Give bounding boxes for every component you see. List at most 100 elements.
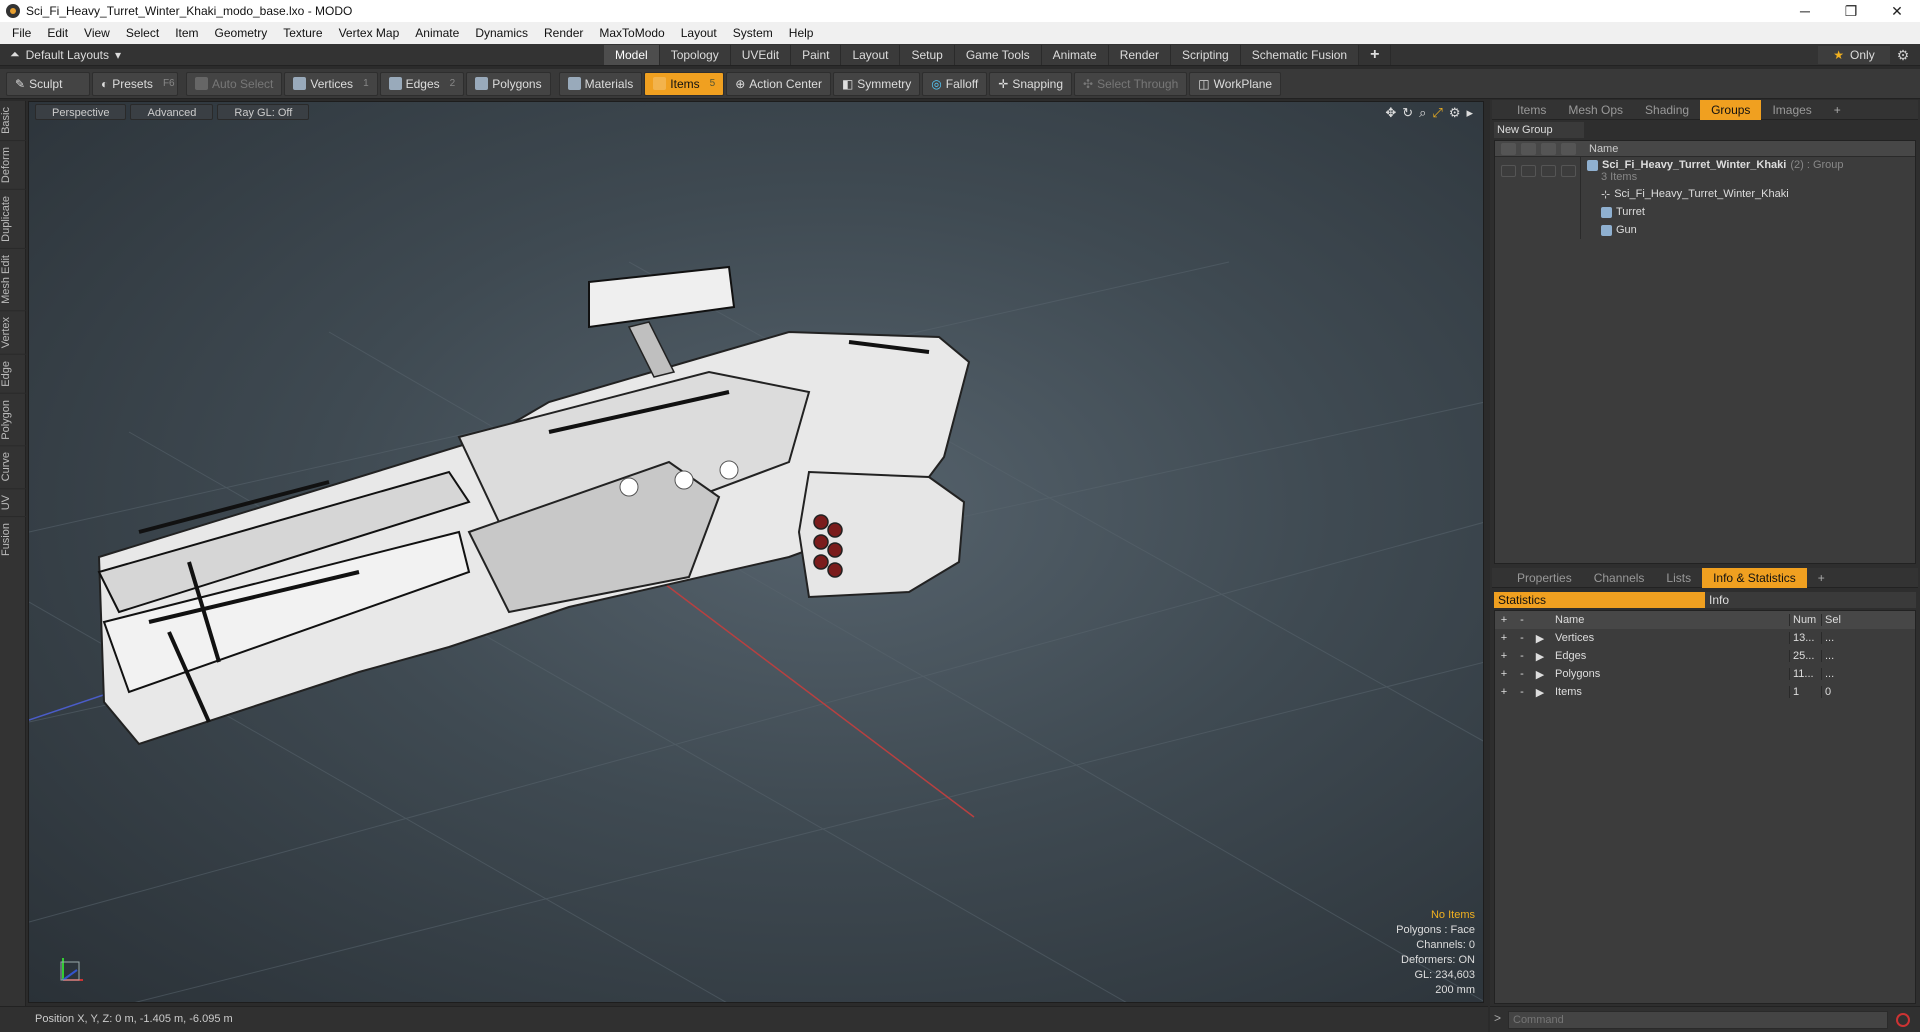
- edges-button[interactable]: Edges 2: [379, 71, 465, 96]
- menu-view[interactable]: View: [76, 22, 118, 44]
- fit-icon[interactable]: ⤢: [1432, 105, 1442, 121]
- remove-selection-button[interactable]: -: [1513, 668, 1531, 680]
- expand-arrow-icon[interactable]: ▶: [1531, 650, 1549, 663]
- render-icon[interactable]: [1541, 142, 1556, 155]
- add-selection-button[interactable]: +: [1495, 632, 1513, 644]
- maximize-icon[interactable]: ❐: [1828, 0, 1874, 22]
- snapping-button[interactable]: ✛ Snapping: [989, 71, 1073, 96]
- tab-info-statistics[interactable]: Info & Statistics: [1702, 567, 1807, 588]
- materials-button[interactable]: Materials: [558, 71, 643, 96]
- tab-groups[interactable]: Groups: [1700, 99, 1762, 120]
- tab-layout[interactable]: Layout: [841, 45, 901, 65]
- group-row[interactable]: Sci_Fi_Heavy_Turret_Winter_Khaki (2) : Gr…: [1495, 157, 1915, 185]
- left-tab-mesh-edit[interactable]: Mesh Edit: [0, 247, 26, 310]
- tab-topology[interactable]: Topology: [659, 45, 731, 65]
- add-panel-tab-button[interactable]: +: [1807, 568, 1836, 588]
- menu-animate[interactable]: Animate: [407, 22, 467, 44]
- left-tab-vertex[interactable]: Vertex: [0, 309, 26, 354]
- workplane-button[interactable]: ◫ WorkPlane: [1189, 71, 1282, 96]
- rotate-icon[interactable]: ↻: [1402, 105, 1413, 121]
- menu-dynamics[interactable]: Dynamics: [467, 22, 536, 44]
- add-panel-tab-button[interactable]: +: [1823, 100, 1852, 120]
- raygl-toggle[interactable]: Ray GL: Off: [217, 104, 310, 120]
- menu-render[interactable]: Render: [536, 22, 591, 44]
- remove-selection-button[interactable]: -: [1513, 686, 1531, 698]
- left-tab-edge[interactable]: Edge: [0, 353, 26, 393]
- tab-lists[interactable]: Lists: [1655, 568, 1702, 588]
- expand-arrow-icon[interactable]: ▶: [1531, 686, 1549, 699]
- items-button[interactable]: Items 5: [644, 71, 725, 96]
- symmetry-button[interactable]: ◧ Symmetry: [832, 71, 921, 96]
- tab-game-tools[interactable]: Game Tools: [954, 45, 1042, 65]
- left-tab-fusion[interactable]: Fusion: [0, 516, 26, 563]
- command-input[interactable]: [1508, 1011, 1888, 1029]
- record-macro-icon[interactable]: [1896, 1013, 1910, 1027]
- new-group-button[interactable]: New Group: [1494, 122, 1584, 138]
- table-row[interactable]: + - ▶ Polygons 11... ...: [1495, 665, 1915, 683]
- tab-items[interactable]: Items: [1506, 100, 1557, 120]
- presets-button[interactable]: ◐ Presets F6: [92, 71, 178, 96]
- menu-edit[interactable]: Edit: [39, 22, 76, 44]
- menu-system[interactable]: System: [725, 22, 781, 44]
- add-selection-button[interactable]: +: [1495, 668, 1513, 680]
- table-row[interactable]: + - ▶ Vertices 13... ...: [1495, 629, 1915, 647]
- left-tab-curve[interactable]: Curve: [0, 445, 26, 488]
- menu-file[interactable]: File: [4, 22, 39, 44]
- 3d-viewport[interactable]: Perspective Advanced Ray GL: Off ✥ ↻ ⌕ ⤢…: [28, 101, 1484, 1003]
- left-tab-uv[interactable]: UV: [0, 487, 26, 517]
- render-toggle[interactable]: [1541, 165, 1556, 177]
- action-center-button[interactable]: ⊕ Action Center: [726, 71, 831, 96]
- tab-setup[interactable]: Setup: [900, 45, 955, 65]
- table-row[interactable]: + - ▶ Edges 25... ...: [1495, 647, 1915, 665]
- shading-dropdown[interactable]: Advanced: [130, 104, 214, 120]
- gear-icon[interactable]: ⚙: [1894, 46, 1912, 64]
- tab-mesh-ops[interactable]: Mesh Ops: [1557, 100, 1634, 120]
- table-row[interactable]: + - ▶ Items 1 0: [1495, 683, 1915, 701]
- lock-toggle[interactable]: [1521, 165, 1536, 177]
- only-button[interactable]: ★ Only: [1818, 46, 1890, 64]
- pan-icon[interactable]: ✥: [1385, 105, 1396, 121]
- add-selection-button[interactable]: +: [1495, 650, 1513, 662]
- left-tab-duplicate[interactable]: Duplicate: [0, 188, 26, 248]
- view-type-dropdown[interactable]: Perspective: [35, 104, 127, 120]
- subtab-info[interactable]: Info: [1705, 592, 1916, 608]
- left-tab-polygon[interactable]: Polygon: [0, 392, 26, 446]
- layout-dropdown[interactable]: ⏶ Default Layouts ▾: [0, 47, 131, 62]
- polygons-button[interactable]: Polygons: [466, 71, 551, 96]
- tab-animate[interactable]: Animate: [1041, 45, 1109, 65]
- menu-help[interactable]: Help: [781, 22, 822, 44]
- list-item[interactable]: Turret: [1495, 203, 1915, 221]
- remove-selection-button[interactable]: -: [1513, 650, 1531, 662]
- lock-icon[interactable]: [1521, 142, 1536, 155]
- select-through-button[interactable]: ✣ Select Through: [1074, 71, 1188, 96]
- add-tab-button[interactable]: +: [1359, 45, 1392, 65]
- remove-selection-button[interactable]: -: [1513, 632, 1531, 644]
- left-tab-basic[interactable]: Basic: [0, 100, 26, 140]
- tab-paint[interactable]: Paint: [791, 45, 842, 65]
- tab-shading[interactable]: Shading: [1634, 100, 1700, 120]
- expand-icon[interactable]: ▸: [1466, 105, 1473, 121]
- select-toggle[interactable]: [1561, 165, 1576, 177]
- eye-icon[interactable]: [1501, 142, 1516, 155]
- menu-vertex-map[interactable]: Vertex Map: [331, 22, 408, 44]
- zoom-icon[interactable]: ⌕: [1419, 105, 1426, 121]
- vertices-button[interactable]: Vertices 1: [284, 71, 378, 96]
- menu-maxtomodo[interactable]: MaxToModo: [591, 22, 672, 44]
- menu-texture[interactable]: Texture: [275, 22, 330, 44]
- add-selection-button[interactable]: +: [1495, 686, 1513, 698]
- tab-properties[interactable]: Properties: [1506, 568, 1583, 588]
- menu-select[interactable]: Select: [118, 22, 167, 44]
- left-tab-deform[interactable]: Deform: [0, 139, 26, 189]
- menu-geometry[interactable]: Geometry: [207, 22, 276, 44]
- tab-channels[interactable]: Channels: [1583, 568, 1656, 588]
- tab-scripting[interactable]: Scripting: [1171, 45, 1241, 65]
- expand-arrow-icon[interactable]: ▶: [1531, 632, 1549, 645]
- close-icon[interactable]: ✕: [1874, 0, 1920, 22]
- tab-images[interactable]: Images: [1761, 100, 1822, 120]
- falloff-button[interactable]: ◎ Falloff: [922, 71, 988, 96]
- sculpt-button[interactable]: ✎ Sculpt: [6, 71, 90, 96]
- menu-layout[interactable]: Layout: [673, 22, 725, 44]
- tab-render[interactable]: Render: [1108, 45, 1172, 65]
- subtab-statistics[interactable]: Statistics: [1494, 592, 1705, 608]
- list-item[interactable]: ⊹ Sci_Fi_Heavy_Turret_Winter_Khaki: [1495, 185, 1915, 203]
